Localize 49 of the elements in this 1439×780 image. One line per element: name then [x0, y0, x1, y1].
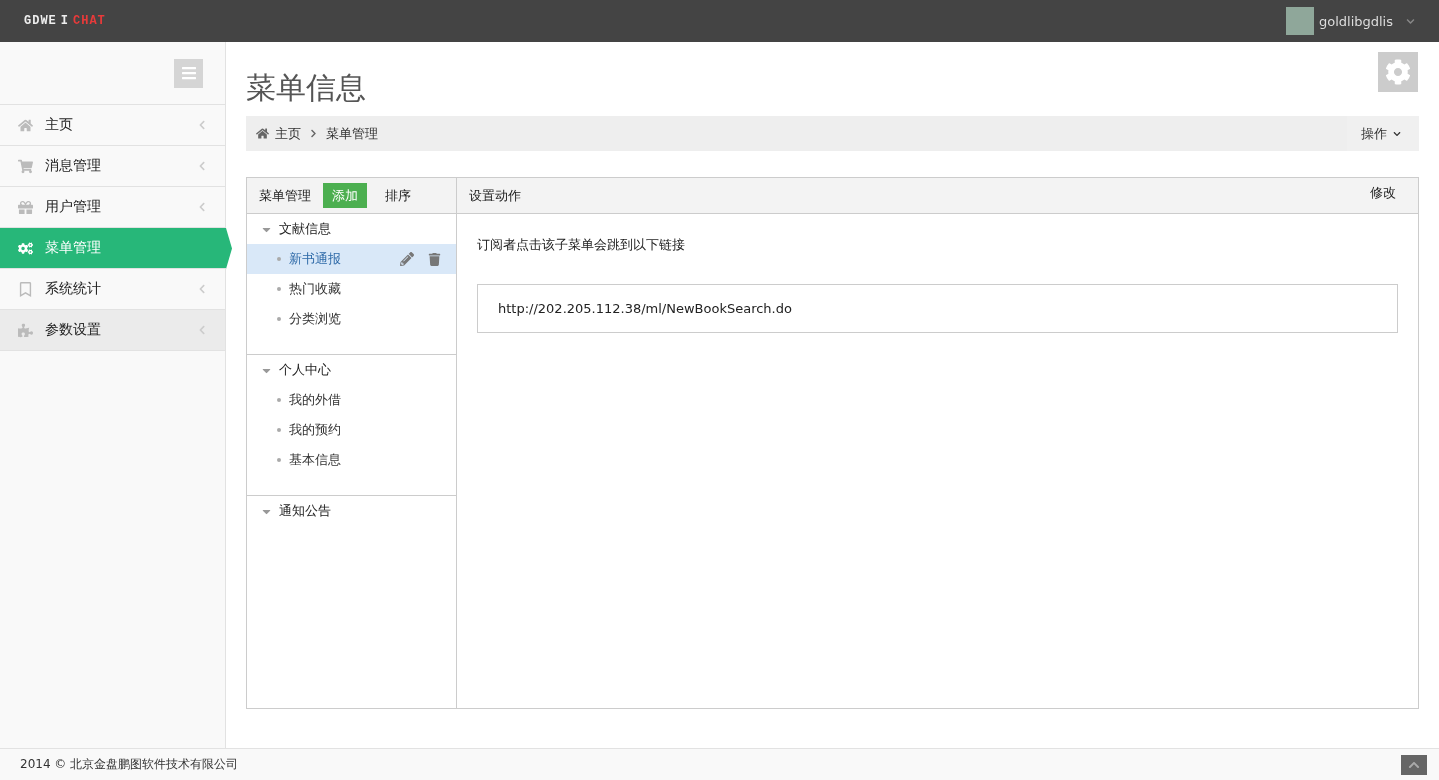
chevron-down-icon: [1393, 129, 1401, 138]
copyright-text: 2014 © 北京金盘鹏图软件技术有限公司: [20, 756, 239, 773]
panel-title: 设置动作: [469, 186, 521, 205]
home-icon: [18, 117, 33, 133]
gift-icon: [18, 199, 33, 215]
tree-group[interactable]: 个人中心: [247, 355, 456, 385]
chevron-left-icon: [197, 120, 207, 130]
tree-item[interactable]: 热门收藏: [247, 274, 456, 304]
chevron-left-icon: [197, 161, 207, 171]
tree-item[interactable]: 我的预约: [247, 415, 456, 445]
bookmark-icon: [18, 281, 33, 297]
breadcrumb-link[interactable]: 主页: [256, 124, 301, 143]
tree-group-label: 个人中心: [279, 361, 331, 379]
puzzle-icon: [18, 322, 33, 338]
tree-group[interactable]: 文献信息: [247, 214, 456, 244]
panel-title: 菜单管理: [259, 186, 311, 205]
sidebar-item[interactable]: 主页: [0, 105, 225, 146]
pencil-icon: [400, 252, 414, 266]
tree-item[interactable]: 我的外借: [247, 385, 456, 415]
sidebar-item[interactable]: 参数设置: [0, 310, 225, 351]
url-field[interactable]: http://202.205.112.38/ml/NewBookSearch.do: [477, 284, 1398, 333]
home-icon: [256, 127, 269, 140]
chevron-left-icon: [197, 202, 207, 212]
chevron-right-icon: [309, 129, 318, 138]
brand-logo: GDWE I CHAT: [24, 14, 106, 28]
chevron-left-icon: [197, 284, 207, 294]
description-text: 订阅者点击该子菜单会跳到以下链接: [477, 236, 686, 254]
scroll-top-button[interactable]: [1401, 754, 1427, 775]
edit-button[interactable]: [397, 252, 417, 266]
page-title: 菜单信息: [246, 69, 366, 107]
tree-item[interactable]: 新书通报: [247, 244, 456, 274]
breadcrumb-link[interactable]: 菜单管理: [326, 124, 378, 143]
tree-group-label: 通知公告: [279, 502, 331, 520]
avatar-placeholder: [1285, 7, 1314, 35]
cart-icon: [18, 158, 33, 174]
tree-group-label: 文献信息: [279, 220, 331, 238]
chevron-left-icon: [197, 325, 207, 335]
trash-icon: [428, 252, 441, 266]
tree-group[interactable]: 通知公告: [247, 496, 456, 526]
tree-item[interactable]: 分类浏览: [247, 304, 456, 334]
sort-button[interactable]: 排序: [379, 186, 417, 205]
sidebar-item[interactable]: 消息管理: [0, 146, 225, 187]
tree-item[interactable]: 基本信息: [247, 445, 456, 475]
chevron-down-icon: [1406, 16, 1415, 26]
user-menu[interactable]: goldlibgdlis: [1285, 7, 1415, 35]
settings-icon: [1385, 59, 1411, 85]
edit-button[interactable]: 修改: [1370, 184, 1396, 202]
gears-icon: [18, 240, 33, 256]
menu-icon: [180, 65, 197, 81]
